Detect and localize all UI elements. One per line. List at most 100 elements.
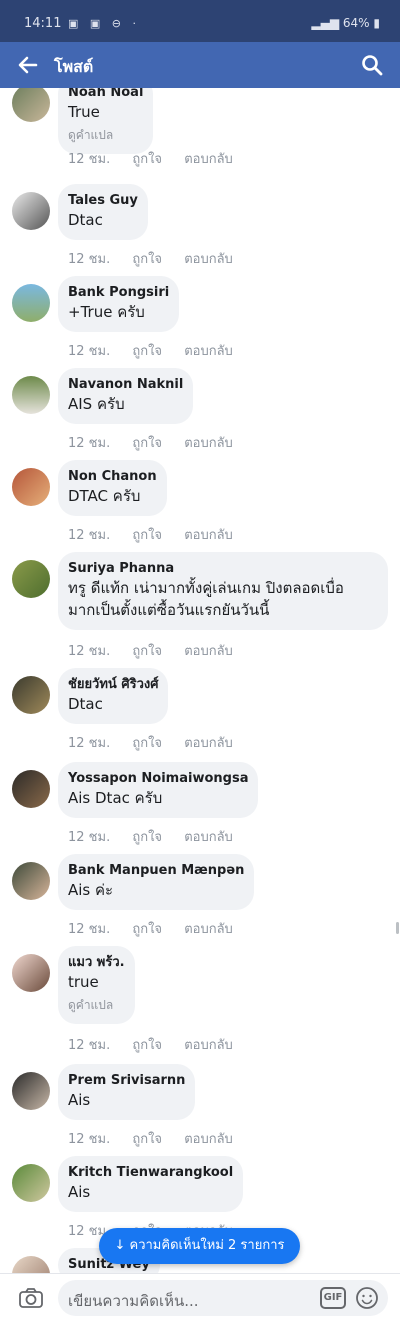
comment-actions: 12 ชม. ถูกใจ ตอบกลับ — [68, 640, 251, 661]
comment-bubble[interactable]: Navanon Naknil AIS ครับ — [58, 368, 194, 424]
like-button[interactable]: ถูกใจ — [132, 644, 162, 659]
commenter-name[interactable]: Non Chanon — [68, 468, 157, 485]
search-icon[interactable] — [360, 53, 384, 77]
status-time: 14:11 — [24, 16, 62, 31]
avatar[interactable] — [12, 376, 50, 414]
avatar[interactable] — [12, 1256, 50, 1273]
reply-button[interactable]: ตอบกลับ — [184, 436, 233, 451]
commenter-name[interactable]: Noah Noal — [68, 88, 143, 101]
avatar[interactable] — [12, 1072, 50, 1110]
new-comments-button[interactable]: ↓ ความคิดเห็นใหม่ 2 รายการ — [99, 1228, 300, 1264]
scrollbar-thumb[interactable] — [396, 922, 399, 934]
avatar[interactable] — [12, 862, 50, 900]
commenter-name[interactable]: Navanon Naknil — [68, 376, 183, 393]
reply-button[interactable]: ตอบกลับ — [184, 528, 233, 543]
reply-button[interactable]: ตอบกลับ — [184, 922, 233, 937]
comment-bubble[interactable]: แมว พร้ว. true ดูคำแปล — [58, 946, 135, 1024]
avatar[interactable] — [12, 284, 50, 322]
comment-bubble[interactable]: Prem Srivisarnn Ais — [58, 1064, 196, 1120]
comment-time: 12 ชม. — [68, 736, 111, 751]
like-button[interactable]: ถูกใจ — [132, 1038, 162, 1053]
avatar[interactable] — [12, 468, 50, 506]
comment-time: 12 ชม. — [68, 344, 111, 359]
comment-time: 12 ชม. — [68, 528, 111, 543]
comment-bubble[interactable]: Suriya Phanna ทรู ดีแท้ก เน่ามากทั้งคู่เ… — [58, 552, 388, 630]
reply-button[interactable]: ตอบกลับ — [184, 830, 233, 845]
like-button[interactable]: ถูกใจ — [132, 436, 162, 451]
status-right: ▂▄▆ 64% ▮ — [311, 16, 380, 30]
comment-text: Ais — [68, 1091, 91, 1109]
comment-text-line: ทรู ดีแท้ก เน่ามากทั้งคู่เล่นเกม ปิงตลอด… — [68, 579, 344, 597]
like-button[interactable]: ถูกใจ — [132, 830, 162, 845]
comment-actions: 12 ชม. ถูกใจ ตอบกลับ — [68, 1128, 251, 1149]
like-button[interactable]: ถูกใจ — [132, 152, 162, 167]
signal-icon: ▂▄▆ — [311, 16, 340, 30]
commenter-name[interactable]: Bank Manpuen Mænpən — [68, 862, 244, 879]
comment-text: Dtac — [68, 211, 103, 229]
comment-composer: เขียนความคิดเห็น... GIF — [0, 1273, 400, 1322]
like-button[interactable]: ถูกใจ — [132, 252, 162, 267]
commenter-name[interactable]: Tales Guy — [68, 192, 138, 209]
comment-actions: 12 ชม. ถูกใจ ตอบกลับ — [68, 1034, 251, 1055]
commenter-name[interactable]: Prem Srivisarnn — [68, 1072, 185, 1089]
comment-time: 12 ชม. — [68, 252, 111, 267]
status-bar: 14:11 ▣ ▣ ⊖ · ▂▄▆ 64% ▮ — [0, 0, 400, 42]
see-translation-link[interactable]: ดูคำแปล — [68, 995, 125, 1015]
comment-bubble[interactable]: Non Chanon DTAC ครับ — [58, 460, 167, 516]
reply-button[interactable]: ตอบกลับ — [184, 736, 233, 751]
comment-bubble[interactable]: Yossapon Noimaiwongsa Ais Dtac ครับ — [58, 762, 259, 818]
reply-button[interactable]: ตอบกลับ — [184, 252, 233, 267]
comment-time: 12 ชม. — [68, 922, 111, 937]
emoji-icon[interactable] — [355, 1286, 379, 1310]
commenter-name[interactable]: Kritch Tienwarangkool — [68, 1164, 233, 1181]
comment-bubble[interactable]: Tales Guy Dtac — [58, 184, 148, 240]
comment-bubble[interactable]: Bank Manpuen Mænpən Ais ค่ะ — [58, 854, 255, 910]
avatar[interactable] — [12, 770, 50, 808]
comment-text: Ais ค่ะ — [68, 881, 114, 899]
commenter-name[interactable]: Yossapon Noimaiwongsa — [68, 770, 248, 787]
avatar[interactable] — [12, 192, 50, 230]
comment-actions: 12 ชม. ถูกใจ ตอบกลับ — [68, 826, 251, 847]
reply-button[interactable]: ตอบกลับ — [184, 152, 233, 167]
comment-bubble[interactable]: ชัยยวัทน์ ศิริวงศ์ Dtac — [58, 668, 169, 724]
avatar[interactable] — [12, 1164, 50, 1202]
avatar[interactable] — [12, 676, 50, 714]
reply-button[interactable]: ตอบกลับ — [184, 1132, 233, 1147]
comment-time: 12 ชม. — [68, 644, 111, 659]
like-button[interactable]: ถูกใจ — [132, 344, 162, 359]
comment-actions: 12 ชม. ถูกใจ ตอบกลับ — [68, 732, 251, 753]
notification-icons: ▣ ▣ ⊖ · — [68, 17, 140, 30]
comment-actions: 12 ชม. ถูกใจ ตอบกลับ — [68, 340, 251, 361]
comment-text: Dtac — [68, 695, 103, 713]
comment-input[interactable]: เขียนความคิดเห็น... GIF — [58, 1280, 388, 1316]
reply-button[interactable]: ตอบกลับ — [184, 644, 233, 659]
reply-button[interactable]: ตอบกลับ — [184, 1038, 233, 1053]
comment-text-line: มากเป็นตั้งแต่ซื้อวันแรกยันวันนี้ — [68, 601, 270, 619]
comment-actions: 12 ชม. ถูกใจ ตอบกลับ — [68, 432, 251, 453]
commenter-name[interactable]: ชัยยวัทน์ ศิริวงศ์ — [68, 676, 158, 693]
comment-text: +True ครับ — [68, 303, 145, 321]
reply-button[interactable]: ตอบกลับ — [184, 344, 233, 359]
camera-icon[interactable] — [18, 1285, 44, 1311]
page-title: โพสต์ — [54, 57, 94, 76]
see-translation-link[interactable]: ดูคำแปล — [68, 125, 143, 145]
comment-text: True — [68, 103, 100, 121]
like-button[interactable]: ถูกใจ — [132, 922, 162, 937]
commenter-name[interactable]: Bank Pongsiri — [68, 284, 169, 301]
comment-text: Ais Dtac ครับ — [68, 789, 163, 807]
comment-feed[interactable]: Noah Noal True ดูคำแปล 12 ชม. ถูกใจ ตอบก… — [0, 88, 400, 1273]
avatar[interactable] — [12, 88, 50, 122]
avatar[interactable] — [12, 560, 50, 598]
back-arrow-icon[interactable] — [16, 53, 40, 77]
like-button[interactable]: ถูกใจ — [132, 1132, 162, 1147]
comment-bubble[interactable]: Noah Noal True ดูคำแปล — [58, 88, 154, 154]
commenter-name[interactable]: Suriya Phanna — [68, 560, 378, 577]
like-button[interactable]: ถูกใจ — [132, 736, 162, 751]
gif-button[interactable]: GIF — [320, 1287, 346, 1309]
avatar[interactable] — [12, 954, 50, 992]
comment-text: AIS ครับ — [68, 395, 125, 413]
comment-bubble[interactable]: Bank Pongsiri +True ครับ — [58, 276, 180, 332]
like-button[interactable]: ถูกใจ — [132, 528, 162, 543]
commenter-name[interactable]: แมว พร้ว. — [68, 954, 125, 971]
comment-bubble[interactable]: Kritch Tienwarangkool Ais — [58, 1156, 244, 1212]
